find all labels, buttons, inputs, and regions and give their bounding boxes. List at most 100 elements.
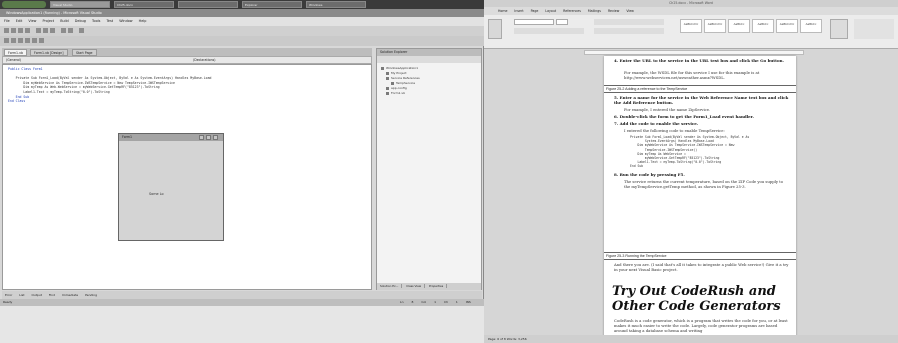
align-top-icon[interactable] [25, 38, 30, 43]
paragraph-buttons[interactable] [594, 19, 664, 25]
redo-icon[interactable] [68, 28, 73, 33]
start-debug-icon[interactable] [79, 28, 84, 33]
style-normal[interactable]: AaBbCcDc [680, 19, 702, 33]
vs-toolbar-standard [0, 26, 484, 36]
vs-title-bar: WindowsApplication1 (Running) - Microsof… [0, 9, 484, 17]
align-bottom-icon[interactable] [39, 38, 44, 43]
tab-solution-explorer[interactable]: Solution Ex... [377, 284, 403, 288]
style-title[interactable]: AaBbCcDc [776, 19, 798, 33]
section-heading: Try Out CodeRush and Other Code Generato… [612, 284, 781, 314]
editor-navigation-bar: (General) (Declarations) [2, 56, 372, 64]
save-all-icon[interactable] [25, 28, 30, 33]
document-page[interactable]: 4. Enter the URL to the service in the U… [604, 56, 796, 343]
taskbar-item-windows[interactable]: Windows [306, 1, 366, 8]
word-title-bar: Ch25.docx - Microsoft Word [484, 0, 898, 7]
desktop-area [0, 306, 484, 343]
figure-caption-3: Figure 25-3 Running the TempService [604, 252, 796, 260]
copy-icon[interactable] [43, 28, 48, 33]
vs-bottom-tabs[interactable]: Error List Output Find Immediate Pending [2, 291, 482, 299]
new-project-icon[interactable] [4, 28, 9, 33]
para-10: CodeRush is a code generator, which is a… [614, 318, 788, 333]
style-heading-2[interactable]: AaBbCc [752, 19, 774, 33]
running-form-window[interactable]: Form1 Some Lo [118, 133, 224, 241]
font-size-combo[interactable] [556, 19, 568, 25]
vs-cursor-position: Ln 8 Col 1 Ch 1 INS [400, 300, 471, 304]
undo-icon[interactable] [61, 28, 66, 33]
save-icon[interactable] [18, 28, 23, 33]
style-subtitle[interactable]: AaBbCc [800, 19, 822, 33]
vs-toolbar-layout [0, 36, 484, 46]
code-line: Private Sub Form1_Load(ByVal sender As S… [8, 76, 212, 81]
method-name-combo[interactable]: (Declarations) [193, 57, 343, 64]
word-status-bar: Page: 6 of 8 Words: 3,256 [484, 335, 898, 343]
step-6: 6. Double-click the form to get the Form… [614, 114, 754, 119]
para-5: For example, I entered the name ZipServi… [624, 107, 711, 112]
align-center-icon[interactable] [11, 38, 16, 43]
style-heading-1[interactable]: AaBbCc [728, 19, 750, 33]
align-right-icon[interactable] [18, 38, 23, 43]
step-5: 5. Enter a name for the service in the W… [614, 95, 789, 106]
tab-form1-design[interactable]: Form1.vb [Design] [30, 49, 68, 56]
align-middle-icon[interactable] [32, 38, 37, 43]
taskbar-item-vs[interactable]: Visual Studio [50, 1, 110, 8]
code-line: End Class [8, 99, 26, 104]
code-line: End Sub [630, 164, 644, 169]
tree-item[interactable]: Form1.vb [386, 91, 405, 95]
tree-item[interactable]: app.config [386, 86, 407, 90]
close-icon[interactable] [213, 135, 218, 140]
solution-tab-strip: Solution Ex... Class View Properties [377, 283, 481, 290]
paste-icon[interactable] [50, 28, 55, 33]
para-8: The service returns the current temperat… [624, 179, 784, 189]
tree-item[interactable]: WindowsApplication1 [381, 66, 418, 70]
tree-item[interactable]: My Project [386, 71, 407, 75]
vs-menu-bar[interactable]: File Edit View Project Build Debug Tools… [0, 17, 484, 26]
code-line: Dim myTemp As Web.WebService = myWebServ… [8, 85, 160, 90]
word-ribbon: AaBbCcDc AaBbCcDc AaBbCc AaBbCc AaBbCcDc… [484, 15, 898, 49]
figure-caption-2: Figure 25-2 Adding a reference to the Te… [604, 85, 796, 93]
alignment-buttons[interactable] [594, 28, 664, 34]
solution-explorer: Solution Explorer WindowsApplication1 My… [376, 48, 482, 290]
code-line: End Sub [8, 94, 30, 99]
solution-explorer-toolbar [377, 56, 481, 63]
code-line: Public Class Form1 [8, 67, 43, 71]
start-button[interactable] [2, 1, 46, 8]
tab-form1-code[interactable]: Form1.vb [4, 49, 27, 56]
style-no-spacing[interactable]: AaBbCcDc [704, 19, 726, 33]
para-4: For example, the WSDL file for this serv… [624, 70, 760, 80]
class-name-combo[interactable]: (General) [6, 57, 156, 64]
solution-explorer-title: Solution Explorer [377, 49, 481, 56]
change-styles-icon[interactable] [830, 19, 848, 39]
minimize-icon[interactable] [199, 135, 204, 140]
para-9: And there you are. (I said that's all it… [614, 262, 789, 272]
code-line: Label1.Text = myTemp.ToString("0.0").ToS… [630, 160, 722, 165]
step-4: 4. Enter the URL to the service in the U… [614, 58, 784, 63]
taskbar-item-3[interactable] [178, 1, 238, 8]
taskbar-item-explorer[interactable]: Explorer [242, 1, 302, 8]
tree-item[interactable]: TempService [391, 81, 415, 85]
font-format-buttons[interactable] [514, 28, 584, 34]
step-8: 8. Run the code by pressing F5. [614, 172, 685, 177]
tree-item[interactable]: Service References [386, 76, 420, 80]
word-ribbon-tabs[interactable]: Home Insert Page Layout References Maili… [484, 7, 898, 15]
taskbar-item-word[interactable]: Ch25.docx [114, 1, 174, 8]
word-window: Ch25.docx - Microsoft Word Home Insert P… [484, 0, 898, 343]
horizontal-ruler [584, 50, 804, 55]
code-line: Dim myWebService As TempService.IWSTempS… [8, 80, 175, 85]
tab-properties[interactable]: Properties [426, 284, 448, 288]
tab-start-page[interactable]: Start Page [72, 49, 97, 56]
visual-studio-window: WindowsApplication1 (Running) - Microsof… [0, 9, 484, 343]
align-left-icon[interactable] [4, 38, 9, 43]
code-block: Private Sub Form1_Load(ByVal sender As S… [630, 135, 790, 169]
tab-class-view[interactable]: Class View [403, 284, 426, 288]
form-label: Some Lo [149, 192, 164, 196]
font-name-combo[interactable] [514, 19, 554, 25]
maximize-icon[interactable] [206, 135, 211, 140]
form-title: Form1 [122, 135, 133, 139]
open-icon[interactable] [11, 28, 16, 33]
step-7: 7. Add the code to enable the service. [614, 121, 699, 126]
cut-icon[interactable] [36, 28, 41, 33]
paste-icon[interactable] [488, 19, 502, 39]
para-7: I entered the following code to enable T… [624, 128, 725, 133]
editor-tab-strip: Form1.vb Form1.vb [Design] Start Page [2, 48, 372, 56]
editing-group[interactable] [854, 19, 894, 39]
